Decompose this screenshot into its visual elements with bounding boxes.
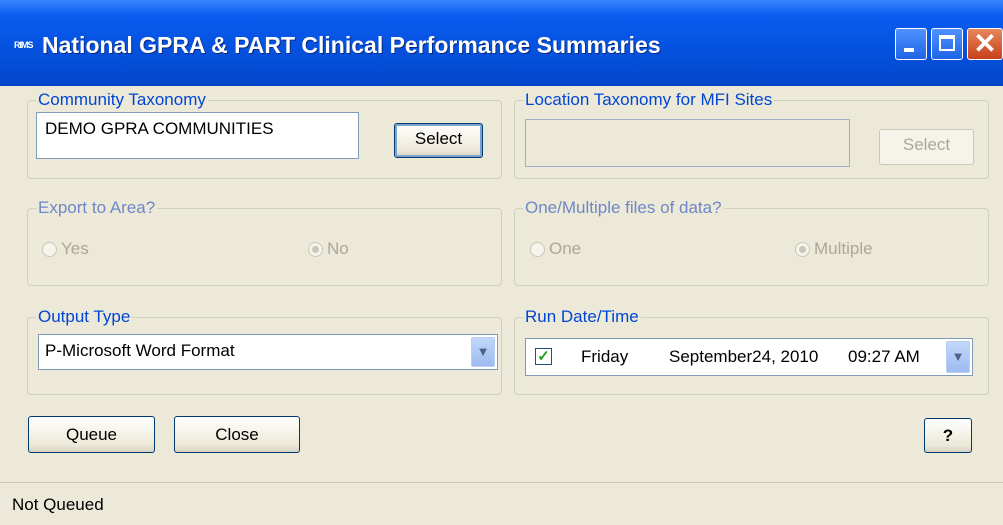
close-icon: ✕ — [973, 28, 997, 59]
output-type-group: Output Type P-Microsoft Word Format ▼ — [27, 306, 502, 395]
minimize-button[interactable] — [895, 28, 927, 60]
export-no-radio[interactable]: No — [308, 239, 349, 259]
output-type-select[interactable]: P-Microsoft Word Format ▼ — [38, 334, 498, 370]
run-datetime-picker[interactable]: ✓ Friday September24, 2010 09:27 AM ▼ — [525, 338, 973, 376]
queue-button[interactable]: Queue — [28, 416, 155, 453]
date-dropdown-arrow[interactable]: ▼ — [946, 341, 970, 373]
chevron-down-icon: ▼ — [951, 349, 965, 364]
radio-yes-indicator — [42, 241, 57, 257]
close-window-button[interactable]: ✕ — [967, 28, 1003, 60]
status-text: Not Queued — [12, 495, 104, 514]
export-area-legend: Export to Area? — [36, 197, 158, 219]
checkmark-icon: ✓ — [537, 348, 550, 365]
export-area-group: Export to Area? Yes No — [27, 197, 502, 286]
radio-one-indicator — [530, 241, 545, 257]
export-yes-label: Yes — [61, 239, 89, 258]
run-datetime-legend: Run Date/Time — [523, 306, 641, 328]
window-title: National GPRA & PART Clinical Performanc… — [42, 32, 661, 58]
files-one-radio[interactable]: One — [530, 239, 581, 259]
files-multiple-radio[interactable]: Multiple — [795, 239, 873, 259]
output-type-legend: Output Type — [36, 306, 133, 328]
location-select-button[interactable]: Select — [879, 129, 974, 165]
files-of-data-legend: One/Multiple files of data? — [523, 197, 724, 219]
run-time: 09:27 AM — [848, 347, 920, 366]
export-no-label: No — [327, 239, 349, 258]
output-type-value: P-Microsoft Word Format — [45, 341, 235, 360]
community-taxonomy-legend: Community Taxonomy — [36, 89, 208, 111]
location-taxonomy-group: Location Taxonomy for MFI Sites Select — [514, 89, 989, 179]
dropdown-arrow[interactable]: ▼ — [471, 337, 495, 367]
files-multiple-label: Multiple — [814, 239, 873, 258]
close-button[interactable]: Close — [174, 416, 300, 453]
files-one-label: One — [549, 239, 582, 258]
files-of-data-group: One/Multiple files of data? One Multiple — [514, 197, 989, 286]
help-button[interactable]: ? — [924, 418, 972, 453]
community-taxonomy-group: Community Taxonomy DEMO GPRA COMMUNITIES… — [27, 89, 502, 179]
run-datetime-checkbox[interactable]: ✓ — [535, 348, 552, 365]
export-yes-radio[interactable]: Yes — [42, 239, 89, 259]
app-icon: RIMS — [14, 40, 34, 50]
run-datetime-group: Run Date/Time ✓ Friday September24, 2010… — [514, 306, 989, 395]
location-taxonomy-field[interactable] — [525, 119, 850, 167]
title-bar[interactable]: RIMS National GPRA & PART Clinical Perfo… — [0, 0, 1003, 86]
status-bar: Not Queued — [0, 482, 1003, 525]
community-select-button[interactable]: Select — [394, 123, 483, 158]
dialog-window: RIMS National GPRA & PART Clinical Perfo… — [0, 0, 1003, 525]
chevron-down-icon: ▼ — [476, 344, 490, 359]
maximize-button[interactable] — [931, 28, 963, 60]
run-date: September24, 2010 — [669, 347, 819, 366]
radio-multiple-indicator — [795, 241, 810, 257]
run-day: Friday — [581, 347, 629, 366]
location-taxonomy-legend: Location Taxonomy for MFI Sites — [523, 89, 775, 111]
radio-no-indicator — [308, 241, 323, 257]
community-taxonomy-field[interactable]: DEMO GPRA COMMUNITIES — [36, 112, 359, 159]
